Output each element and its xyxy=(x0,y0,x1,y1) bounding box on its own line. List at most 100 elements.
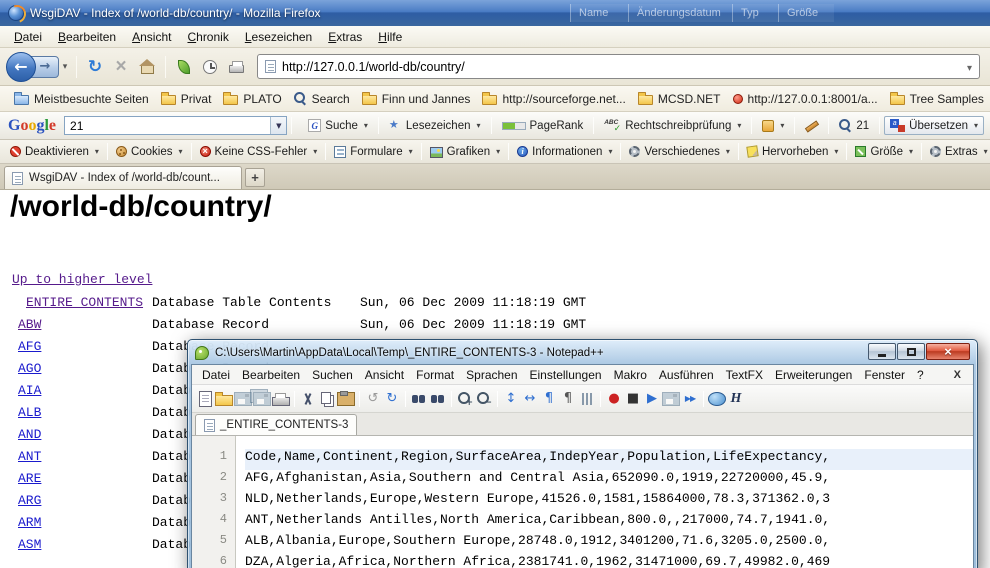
google-21-button[interactable]: 21 xyxy=(833,116,875,135)
webdev-grafiken-button[interactable]: Grafiken xyxy=(426,144,504,160)
google-pencil-button[interactable] xyxy=(799,116,824,135)
save-macro-icon[interactable] xyxy=(662,392,680,406)
bookmark-mcsd-net[interactable]: MCSD.NET xyxy=(632,90,727,108)
listing-link-alb[interactable]: ALB xyxy=(18,405,41,420)
bookmark-plato[interactable]: PLATO xyxy=(217,90,287,108)
run-macro-multiple-icon[interactable]: ▶▶ xyxy=(681,390,699,408)
bookmark-http-sourceforge-net[interactable]: http://sourceforge.net... xyxy=(476,90,631,108)
bookmark-tree-samples[interactable]: Tree Samples xyxy=(884,90,990,108)
listing-link-entire-contents[interactable]: ENTIRE CONTENTS xyxy=(26,295,143,310)
paste-icon[interactable] xyxy=(337,392,355,406)
url-bar[interactable]: http://127.0.0.1/world-db/country/ xyxy=(257,54,980,79)
back-button[interactable] xyxy=(6,52,36,82)
home-button[interactable] xyxy=(134,54,160,80)
np-menu-ansicht[interactable]: Ansicht xyxy=(359,366,410,384)
webdev-extras-button[interactable]: Extras xyxy=(926,144,990,160)
google-lesezeichen-button[interactable]: Lesezeichen xyxy=(383,116,487,135)
notepad-titlebar[interactable]: C:\Users\Martin\AppData\Local\Temp\_ENTI… xyxy=(191,342,974,364)
editor-text-area[interactable]: Code,Name,Continent,Region,SurfaceArea,I… xyxy=(236,436,973,568)
stop-macro-icon[interactable]: ■ xyxy=(624,390,642,408)
copy-icon[interactable] xyxy=(318,390,336,408)
webdev-deaktivieren-button[interactable]: Deaktivieren xyxy=(6,144,103,160)
np-menu-ausfuehren[interactable]: Ausführen xyxy=(653,366,720,384)
zoom-out-icon[interactable] xyxy=(475,390,493,408)
play-macro-icon[interactable]: ▶ xyxy=(643,390,661,408)
np-menu-item[interactable]: ? xyxy=(911,366,930,384)
google-suche-button[interactable]: Suche xyxy=(302,116,374,135)
webdev-cookies-button[interactable]: Cookies xyxy=(112,144,187,160)
webdev-informationen-button[interactable]: Informationen xyxy=(513,144,616,160)
listing-link-aia[interactable]: AIA xyxy=(18,383,41,398)
webdev-hervorheben-button[interactable]: Hervorheben xyxy=(743,144,843,160)
refresh-button[interactable] xyxy=(82,54,108,80)
google-search-box[interactable]: 21 xyxy=(64,116,287,135)
webdev-groesse-button[interactable]: Größe xyxy=(851,144,917,160)
menu-hilfe[interactable]: Hilfe xyxy=(370,27,410,47)
listing-link-afg[interactable]: AFG xyxy=(18,339,41,354)
listing-link-are[interactable]: ARE xyxy=(18,471,41,486)
sync-horizontal-scroll-icon[interactable]: ↔ xyxy=(521,390,539,408)
stop-button[interactable] xyxy=(108,54,134,80)
save-all-icon[interactable] xyxy=(253,392,271,406)
np-menu-datei[interactable]: Datei xyxy=(196,366,236,384)
np-menu-sprachen[interactable]: Sprachen xyxy=(460,366,523,384)
bookmark-search[interactable]: Search xyxy=(288,90,356,108)
listing-link-abw[interactable]: ABW xyxy=(18,317,41,332)
google-autofill-button[interactable] xyxy=(756,117,790,135)
google-rechtschreibpruefung-button[interactable]: Rechtschreibprüfung xyxy=(598,116,747,135)
up-link[interactable]: Up to higher level xyxy=(12,272,152,287)
webdev-formulare-button[interactable]: Formulare xyxy=(330,144,416,160)
webdev-verschiedenes-button[interactable]: Verschiedenes xyxy=(625,144,733,160)
listing-link-asm[interactable]: ASM xyxy=(18,537,41,552)
notepad-tab[interactable]: _ENTIRE_CONTENTS-3 xyxy=(195,414,357,435)
save-icon[interactable] xyxy=(234,392,252,406)
np-menu-format[interactable]: Format xyxy=(410,366,460,384)
zoom-in-icon[interactable] xyxy=(456,390,474,408)
listing-link-arg[interactable]: ARG xyxy=(18,493,41,508)
np-menu-einstellungen[interactable]: Einstellungen xyxy=(524,366,608,384)
minimize-button[interactable] xyxy=(868,343,896,360)
listing-link-ant[interactable]: ANT xyxy=(18,449,41,464)
new-tab-button[interactable]: + xyxy=(245,168,265,187)
function-h-icon[interactable]: H xyxy=(727,390,745,408)
np-menu-suchen[interactable]: Suchen xyxy=(306,366,359,384)
redo-icon[interactable]: ↻ xyxy=(383,390,401,408)
bookmark-http-127-0-0-1-8001-a[interactable]: http://127.0.0.1:8001/a... xyxy=(727,90,884,108)
open-file-icon[interactable] xyxy=(215,395,233,406)
listing-link-arm[interactable]: ARM xyxy=(18,515,41,530)
listing-link-ago[interactable]: AGO xyxy=(18,361,41,376)
find-icon[interactable] xyxy=(410,390,428,408)
show-all-characters-icon[interactable]: ¶ xyxy=(559,390,577,408)
sync-vertical-scroll-icon[interactable]: ↕ xyxy=(502,390,520,408)
close-button[interactable] xyxy=(926,343,970,360)
menu-lesezeichen[interactable]: Lesezeichen xyxy=(237,27,320,47)
notepad-editor[interactable]: 123456 Code,Name,Continent,Region,Surfac… xyxy=(192,436,973,568)
new-file-icon[interactable] xyxy=(199,391,212,407)
undo-icon[interactable]: ↺ xyxy=(364,390,382,408)
google-search-dropdown[interactable] xyxy=(270,117,286,134)
history-dropdown-button[interactable] xyxy=(59,56,71,78)
history-button[interactable] xyxy=(197,54,223,80)
webdev-keine-css-fehler-button[interactable]: Keine CSS-Fehler xyxy=(196,144,322,160)
google-uebersetzen-button[interactable]: Übersetzen xyxy=(884,116,984,135)
bookmark-finn-und-jannes[interactable]: Finn und Jannes xyxy=(356,90,477,108)
menu-bearbeiten[interactable]: Bearbeiten xyxy=(50,27,124,47)
url-dropdown-button[interactable] xyxy=(967,58,972,76)
np-menu-fenster[interactable]: Fenster xyxy=(858,366,911,384)
maximize-button[interactable] xyxy=(897,343,925,360)
feed-button[interactable] xyxy=(171,54,197,80)
tab-wsgidav[interactable]: WsgiDAV - Index of /world-db/count... xyxy=(4,166,242,189)
np-menu-bearbeiten[interactable]: Bearbeiten xyxy=(236,366,306,384)
menu-datei[interactable]: Datei xyxy=(6,27,50,47)
print-button[interactable] xyxy=(223,54,249,80)
record-macro-icon[interactable]: ● xyxy=(605,390,623,408)
indent-guide-icon[interactable] xyxy=(578,390,596,408)
np-menu-close-button[interactable]: X xyxy=(946,369,969,381)
replace-icon[interactable] xyxy=(429,390,447,408)
np-menu-makro[interactable]: Makro xyxy=(608,366,653,384)
print-icon[interactable] xyxy=(272,397,290,406)
cut-icon[interactable] xyxy=(299,390,317,408)
np-menu-textfx[interactable]: TextFX xyxy=(720,366,769,384)
np-menu-erweiterungen[interactable]: Erweiterungen xyxy=(769,366,858,384)
bookmark-meistbesuchte-seiten[interactable]: Meistbesuchte Seiten xyxy=(8,90,155,108)
